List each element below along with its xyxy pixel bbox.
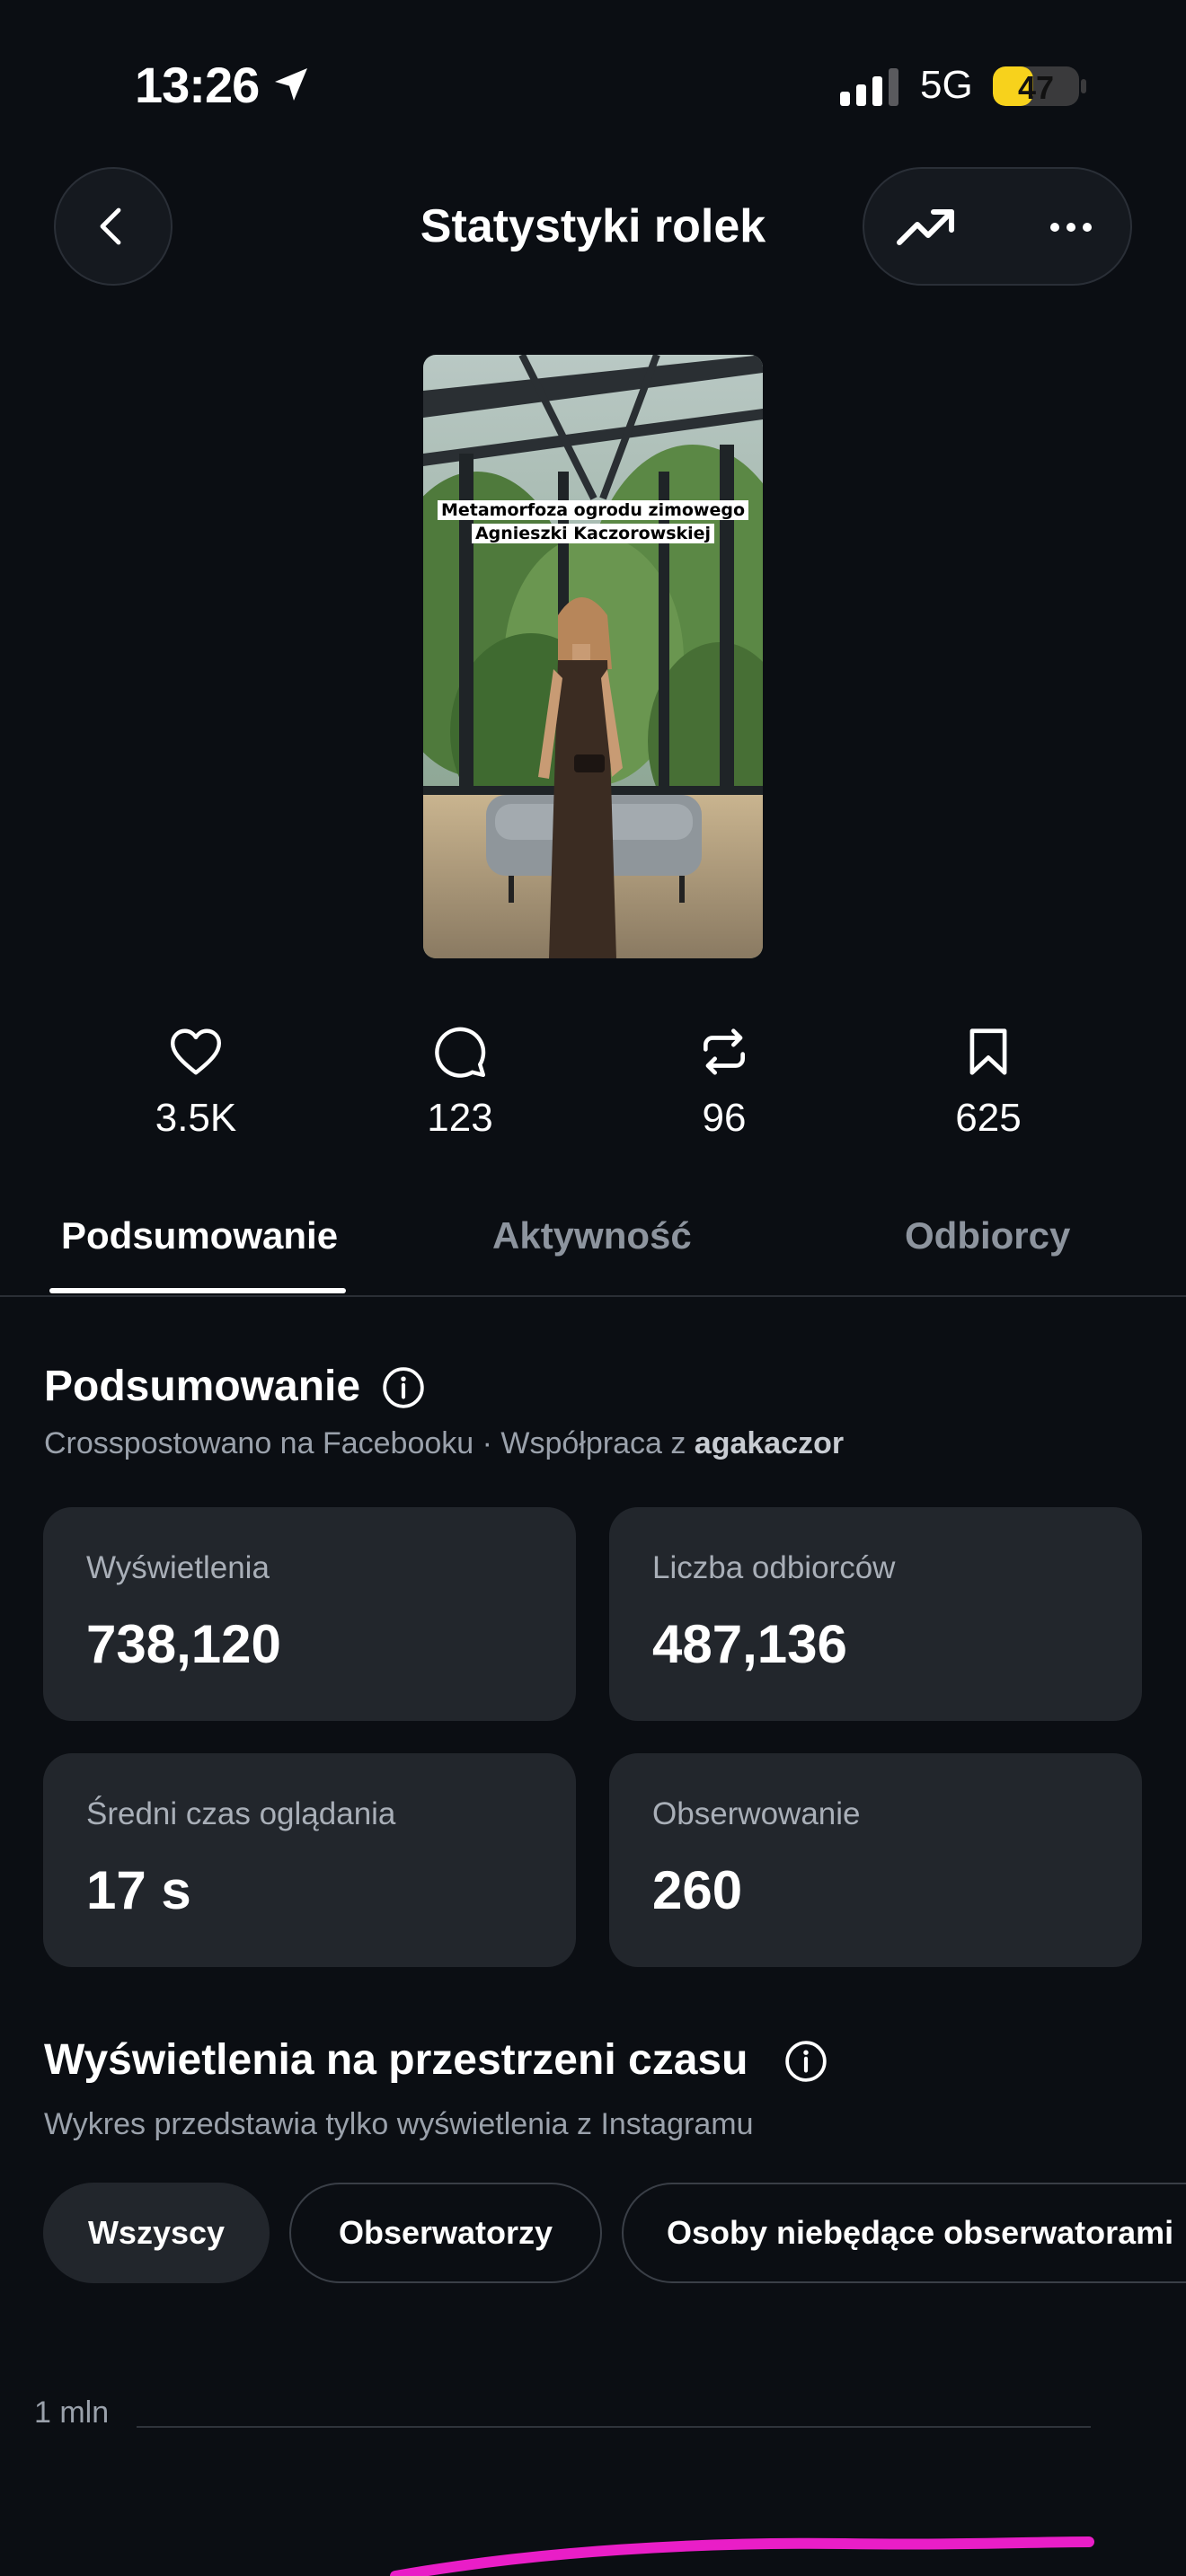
reposts-count: 96 [702, 1096, 747, 1140]
header-actions [863, 167, 1132, 286]
views-series-line [390, 2536, 1094, 2576]
more-options-button[interactable] [1035, 196, 1107, 259]
views-over-time-title: Wyświetlenia na przestrzeni czasu [44, 2036, 748, 2084]
metric-label: Średni czas oglądania [86, 1796, 396, 1831]
bookmark-icon [969, 1028, 1007, 1075]
tabs-divider [0, 1295, 1186, 1297]
views-info-icon[interactable] [783, 2039, 828, 2084]
metric-card-views: Wyświetlenia 738,120 [43, 1507, 576, 1721]
metric-value: 260 [652, 1860, 743, 1920]
saves-count: 625 [955, 1096, 1022, 1140]
likes-count: 3.5K [155, 1096, 237, 1140]
reel-caption: Metamorfoza ogrodu zimowego Agnieszki Ka… [423, 498, 763, 545]
reel-caption-line1: Metamorfoza ogrodu zimowego [437, 500, 749, 520]
summary-subtitle: Crosspostowano na Facebooku · Współpraca… [44, 1426, 844, 1461]
metric-card-follows: Obserwowanie 260 [609, 1753, 1142, 1967]
more-dots-icon [1050, 223, 1092, 232]
reel-caption-line2: Agnieszki Kaczorowskiej [471, 524, 715, 543]
comments-count: 123 [427, 1096, 493, 1140]
reel-preview-image [423, 355, 763, 958]
metric-card-reach: Liczba odbiorców 487,136 [609, 1507, 1142, 1721]
summary-subtitle-prefix: Crosspostowano na Facebooku · Współpraca… [44, 1426, 695, 1460]
views-over-time-subtitle: Wykres przedstawia tylko wyświetlenia z … [44, 2107, 754, 2141]
metric-label: Liczba odbiorców [652, 1550, 896, 1585]
comment-icon [435, 1027, 486, 1078]
summary-info-icon[interactable] [381, 1365, 426, 1410]
tab-activity[interactable]: Aktywność [492, 1214, 692, 1257]
reel-thumbnail[interactable]: Metamorfoza ogrodu zimowego Agnieszki Ka… [423, 355, 763, 958]
reels-insights-screen: 13:26 5G 47 Statystyki rolek Metamorfoza… [0, 0, 1186, 2576]
repost-icon [704, 1028, 745, 1075]
tab-summary[interactable]: Podsumowanie [61, 1214, 338, 1257]
metric-label: Obserwowanie [652, 1796, 861, 1831]
comments-stat: 123 [370, 1024, 550, 1141]
battery-indicator: 47 [993, 66, 1079, 106]
network-type: 5G [920, 63, 973, 107]
reposts-stat: 96 [634, 1024, 814, 1141]
filter-chip-all[interactable]: Wszyscy [43, 2183, 270, 2283]
cellular-signal-icon [840, 68, 898, 106]
heart-icon [170, 1028, 222, 1075]
likes-stat: 3.5K [106, 1024, 286, 1141]
tab-audience[interactable]: Odbiorcy [905, 1214, 1070, 1257]
y-tick-label: 1 mln [34, 2395, 109, 2430]
metric-value: 738,120 [86, 1614, 281, 1674]
saves-stat: 625 [898, 1024, 1078, 1141]
metric-label: Wyświetlenia [86, 1550, 270, 1585]
filter-chip-non-followers[interactable]: Osoby niebędące obserwatorami [622, 2183, 1186, 2283]
views-chart: 1 mln [34, 2395, 1094, 2576]
active-tab-indicator [49, 1288, 346, 1293]
trending-up-icon [897, 209, 954, 245]
metric-value: 17 s [86, 1860, 191, 1920]
filter-chip-followers[interactable]: Obserwatorzy [289, 2183, 602, 2283]
battery-cap [1081, 79, 1086, 93]
collaborator-link[interactable]: agakaczor [695, 1426, 844, 1460]
summary-title: Podsumowanie [44, 1363, 361, 1410]
location-arrow-icon [275, 68, 307, 101]
metric-value: 487,136 [652, 1614, 847, 1674]
battery-percent: 47 [1017, 69, 1055, 106]
metric-card-watch-time: Średni czas oglądania 17 s [43, 1753, 576, 1967]
trend-button[interactable] [891, 196, 963, 259]
status-time: 13:26 [135, 57, 260, 113]
